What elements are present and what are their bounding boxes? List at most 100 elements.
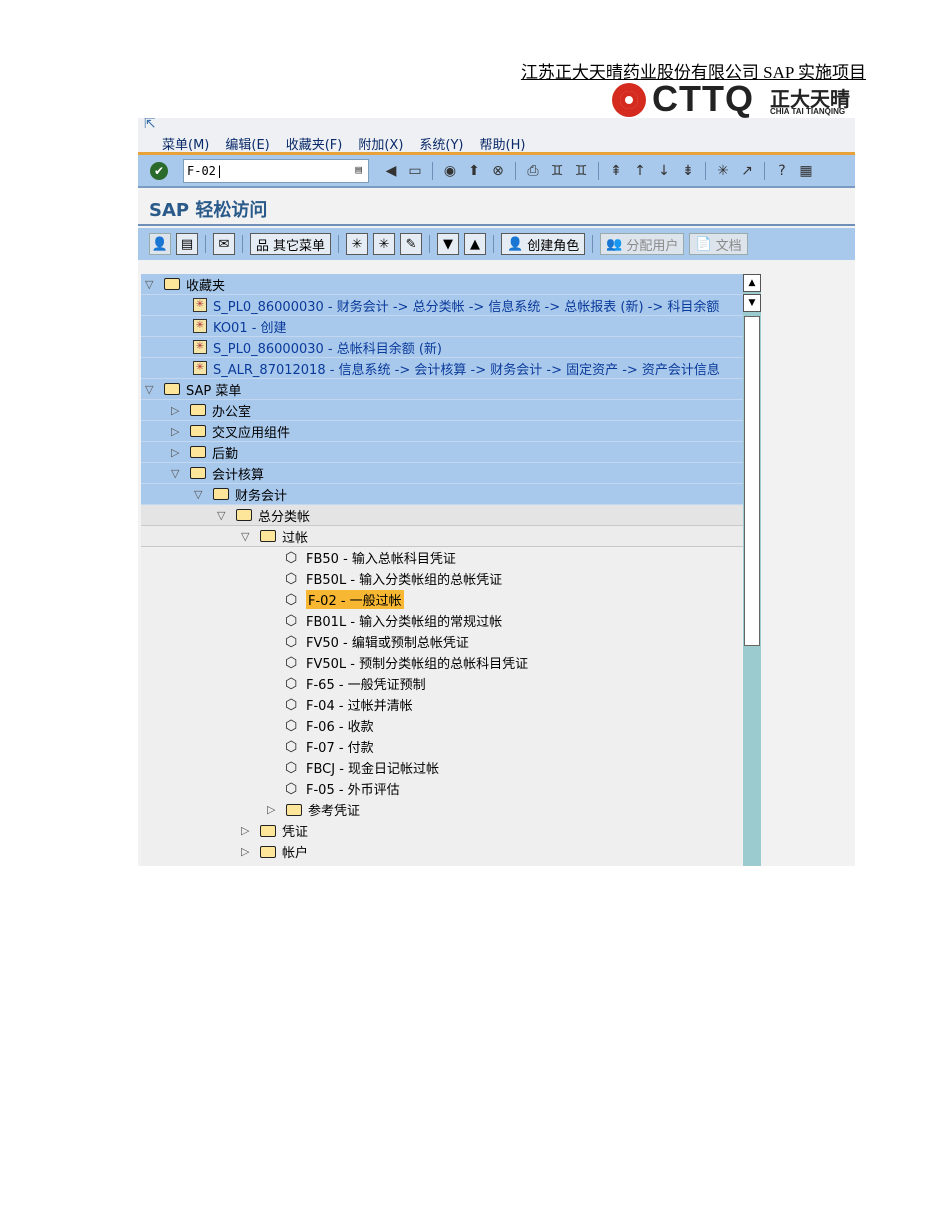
separator	[705, 162, 706, 180]
menu-item[interactable]: 系统(Y)	[419, 134, 463, 153]
collapse-icon[interactable]: ▽	[194, 488, 202, 501]
expand-icon[interactable]: ▷	[171, 404, 179, 417]
sap-menu-button[interactable]: ▤	[176, 233, 198, 255]
tree-node[interactable]: ✳ S_PL0_86000030 - 总帐科目余额 (新)	[141, 337, 743, 358]
tree-node[interactable]: ▽ 会计核算	[141, 463, 743, 484]
enter-check-icon[interactable]: ✔	[150, 162, 168, 180]
expand-icon[interactable]: ▷	[267, 803, 275, 816]
delete-favorite-button[interactable]: ✳	[373, 233, 396, 255]
vertical-scrollbar[interactable]: ▲ ▼	[743, 274, 761, 866]
back-icon[interactable]: ◉	[441, 161, 459, 181]
other-menu-button[interactable]: 品其它菜单	[250, 233, 332, 255]
separator	[205, 235, 206, 253]
hierarchy-icon: 品	[256, 238, 270, 254]
cancel-icon[interactable]: ⊗	[489, 161, 507, 181]
assign-users-button[interactable]: 👥 分配用户	[600, 233, 685, 255]
tree-node[interactable]: ⬡ F-65 - 一般凭证预制	[141, 673, 743, 694]
scrollbar-thumb[interactable]	[744, 316, 760, 646]
folder-icon	[190, 404, 206, 416]
tree-node-label: 会计核算	[212, 467, 265, 483]
tree-node[interactable]: ▷ 帐户	[141, 841, 743, 862]
shortcut-icon[interactable]: ↗	[738, 161, 756, 181]
command-dropdown-icon[interactable]: ▤	[355, 163, 362, 176]
next-page-icon[interactable]: ↓	[655, 161, 673, 181]
tree-node[interactable]: ⬡ FB50 - 输入总帐科目凭证	[141, 547, 743, 568]
collapse-icon[interactable]: ▽	[217, 509, 225, 522]
tree-node[interactable]: ⬡ FB01L - 输入分类帐组的常规过帐	[141, 610, 743, 631]
tree-node[interactable]: ⬡ F-07 - 付款	[141, 736, 743, 757]
scroll-up-icon[interactable]: ▲	[743, 274, 761, 292]
transaction-cube-icon: ⬡	[285, 738, 298, 755]
menu-item[interactable]: 收藏夹(F)	[286, 134, 343, 153]
tree-node-label: F-65 - 一般凭证预制	[306, 678, 426, 693]
tree-node[interactable]: ▷ 参考凭证	[141, 799, 743, 820]
tree-node[interactable]: ✳ S_PL0_86000030 - 财务会计 -> 总分类帐 -> 信息系统 -…	[141, 295, 743, 316]
add-favorite-button[interactable]: ✳	[346, 233, 369, 255]
collapse-icon[interactable]: ▽	[171, 467, 179, 480]
tree-node[interactable]: ✳ S_ALR_87012018 - 信息系统 -> 会计核算 -> 财务会计 -…	[141, 358, 743, 379]
tree-node[interactable]: ⬡ F-06 - 收款	[141, 715, 743, 736]
help-icon[interactable]: ?	[773, 161, 791, 181]
tree-node[interactable]: ⬡ FB50L - 输入分类帐组的总帐凭证	[141, 568, 743, 589]
collapse-icon[interactable]: ▽	[241, 530, 249, 543]
expand-icon[interactable]: ▷	[241, 824, 249, 837]
tree-node[interactable]: ▽ 收藏夹	[141, 274, 743, 295]
scroll-down-icon[interactable]: ▼	[743, 294, 761, 312]
collapse-icon[interactable]: ▽	[145, 383, 153, 396]
tree-node-label: F-04 - 过帐并清帐	[306, 699, 413, 714]
menu-item[interactable]: 帮助(H)	[480, 134, 526, 153]
tree-node[interactable]: ⬡ F-05 - 外币评估	[141, 778, 743, 799]
exit-icon[interactable]: ⬆	[465, 161, 483, 181]
separator	[598, 162, 599, 180]
tree-node[interactable]: ▷ 交叉应用组件	[141, 421, 743, 442]
tree-node-label: 交叉应用组件	[212, 425, 291, 441]
print-icon[interactable]: ⎙	[524, 161, 542, 181]
tree-node[interactable]: ▽ 总分类帐	[141, 505, 743, 526]
tree-node[interactable]: ⬡ FBCJ - 现金日记帐过帐	[141, 757, 743, 778]
move-up-button[interactable]: ▲	[464, 233, 487, 255]
first-page-icon[interactable]: ⇞	[607, 161, 625, 181]
tree-node[interactable]: ⬡ F-02 - 一般过帐	[141, 589, 743, 610]
command-field[interactable]: F-02| ▤	[183, 159, 369, 183]
tree-node[interactable]: ▷ 后勤	[141, 442, 743, 463]
folder-open-icon	[213, 488, 229, 500]
tree-node[interactable]: ⬡ F-04 - 过帐并清帐	[141, 694, 743, 715]
expand-icon[interactable]: ▷	[171, 446, 179, 459]
find-next-icon[interactable]: ♊	[572, 161, 590, 181]
prev-page-icon[interactable]: ↑	[631, 161, 649, 181]
last-page-icon[interactable]: ⇟	[679, 161, 697, 181]
window-menu-icon[interactable]: ⇱	[144, 118, 156, 132]
new-session-icon[interactable]: ✳	[714, 161, 732, 181]
menu-item[interactable]: 编辑(E)	[225, 134, 269, 153]
tree-node[interactable]: ▷ 办公室	[141, 400, 743, 421]
tree-node-label: 办公室	[212, 404, 252, 420]
menu-item[interactable]: 附加(X)	[358, 134, 403, 153]
find-icon[interactable]: ♊	[548, 161, 566, 181]
tree-node[interactable]: ▽ 财务会计	[141, 484, 743, 505]
tree-node[interactable]: ✳ KO01 - 创建	[141, 316, 743, 337]
tree-node[interactable]: ▷ 凭证	[141, 820, 743, 841]
tree-node[interactable]: ▽ SAP 菜单	[141, 379, 743, 400]
user-menu-button[interactable]: 👤	[149, 233, 171, 255]
back-arrow-icon[interactable]: ◀	[382, 161, 400, 181]
menu-item[interactable]: 菜单(M)	[162, 134, 209, 153]
layout-menu-icon[interactable]: ▦	[797, 161, 815, 181]
expand-icon[interactable]: ▷	[171, 425, 179, 438]
favorite-transaction-icon: ✳	[193, 340, 207, 354]
expand-icon[interactable]: ▷	[241, 845, 249, 858]
favorite-transaction-icon: ✳	[193, 298, 207, 312]
move-down-button[interactable]: ▼	[437, 233, 460, 255]
tree-node[interactable]: ⬡ FV50 - 编辑或预制总帐凭证	[141, 631, 743, 652]
create-role-button[interactable]: 👤 创建角色	[501, 233, 586, 255]
favorite-transaction-icon: ✳	[193, 361, 207, 375]
tree-node-label: 收藏夹	[186, 278, 226, 294]
documentation-button[interactable]: 📄 文档	[689, 233, 748, 255]
tree-node-label: FV50L - 预制分类帐组的总帐科目凭证	[306, 657, 529, 672]
tree-node[interactable]: ▽ 过帐	[141, 526, 743, 547]
collapse-icon[interactable]: ▽	[145, 278, 153, 291]
tree-node[interactable]: ⬡ FV50L - 预制分类帐组的总帐科目凭证	[141, 652, 743, 673]
business-workplace-button[interactable]: ✉	[213, 233, 235, 255]
save-icon[interactable]: ▭	[406, 161, 424, 181]
separator	[429, 235, 431, 253]
change-favorite-button[interactable]: ✎	[400, 233, 423, 255]
